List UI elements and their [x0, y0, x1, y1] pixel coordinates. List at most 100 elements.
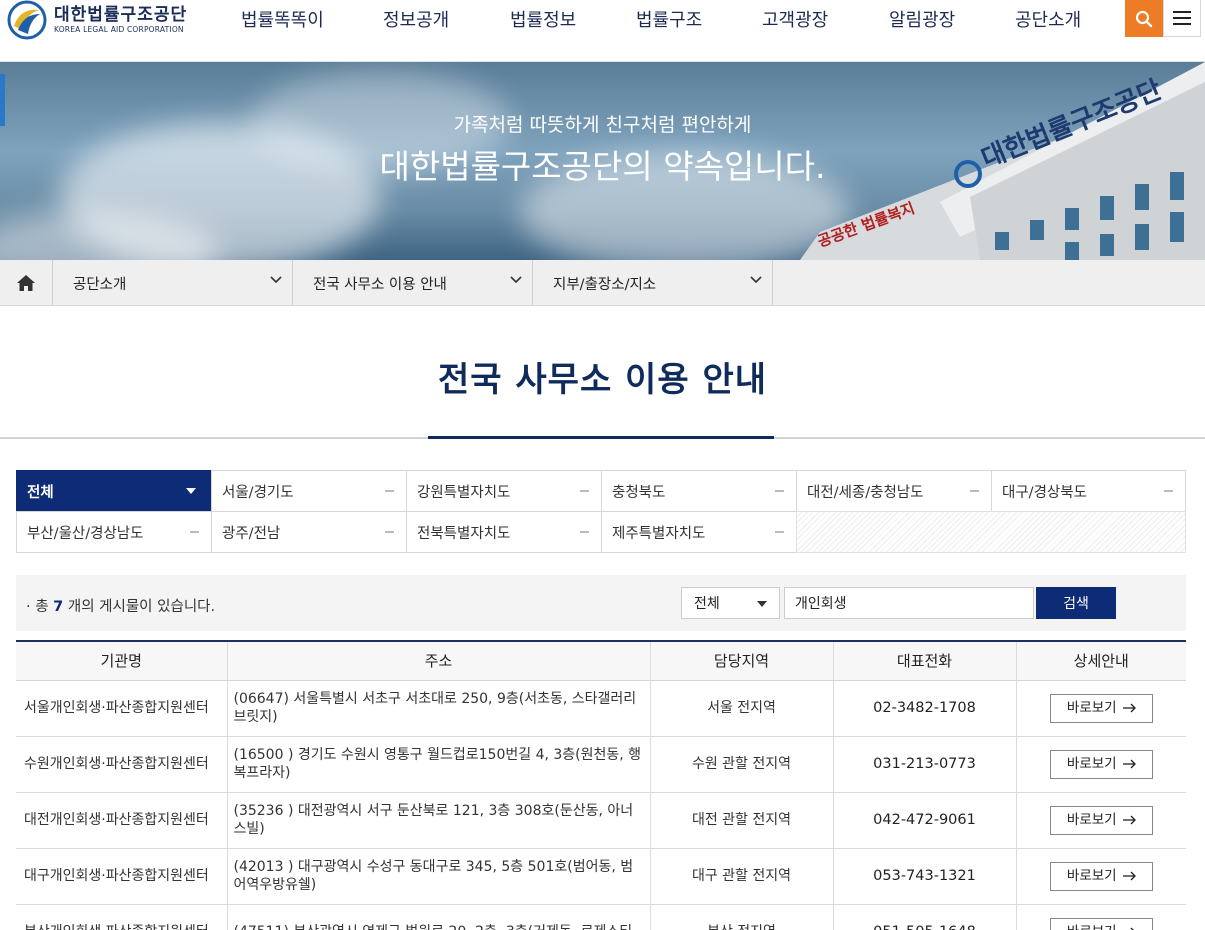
- location-breadcrumb: 공단소개 전국 사무소 이용 안내 지부/출장소/지소: [0, 260, 1205, 306]
- table-row: 대전개인회생·파산종합지원센터 (35236 ) 대전광역시 서구 둔산북로 1…: [16, 792, 1186, 849]
- view-detail-button[interactable]: 바로보기: [1049, 917, 1153, 930]
- view-detail-button[interactable]: 바로보기: [1049, 693, 1153, 723]
- caret-down-icon: [186, 488, 196, 494]
- breadcrumb-dropdown-branches[interactable]: 지부/출장소/지소: [533, 260, 773, 306]
- minus-icon: [385, 531, 394, 533]
- breadcrumb-label: 전국 사무소 이용 안내: [313, 276, 447, 293]
- banner-slogan-line2: 대한법률구조공단의 약속입니다.: [379, 147, 826, 186]
- header-search-button[interactable]: [1125, 0, 1163, 37]
- region-tab-seoul-gyeonggi[interactable]: 서울/경기도: [211, 470, 407, 512]
- region-tab-label: 대구/경상북도: [1002, 484, 1087, 501]
- office-area: 대전 관할 전지역: [650, 792, 834, 849]
- count-suffix: 개의 게시물이 있습니다.: [67, 599, 216, 615]
- site-header: 대한법률구조공단 KOREA LEGAL AID CORPORATION 법률똑…: [0, 0, 1205, 62]
- office-name: 부산개인회생·파산종합지원센터: [16, 904, 228, 930]
- region-tab-jeju[interactable]: 제주특별자치도: [601, 511, 797, 553]
- region-tab-label: 서울/경기도: [222, 484, 294, 501]
- office-area: 대구 관할 전지역: [650, 848, 834, 905]
- nav-item-information-disclosure[interactable]: 정보공개: [383, 6, 449, 32]
- hero-banner: 대한법률구조공단 공공한 법률복지 가족처럼 따뜻하게 친구처럼 편안하게 대한…: [0, 62, 1205, 260]
- region-tab-daegu-gyeongbuk[interactable]: 대구/경상북도: [991, 470, 1186, 512]
- column-header-detail: 상세안내: [1016, 641, 1186, 681]
- office-phone: 02-3482-1708: [833, 680, 1017, 737]
- minus-icon: [775, 531, 784, 533]
- hamburger-menu-icon: [1173, 11, 1191, 25]
- breadcrumb-label: 공단소개: [73, 276, 127, 293]
- region-tab-label: 강원특별자치도: [417, 484, 511, 501]
- region-tab-gwangju-jeonnam[interactable]: 광주/전남: [211, 511, 407, 553]
- minus-icon: [580, 531, 589, 533]
- nav-item-legal-smart[interactable]: 법률똑똑이: [241, 6, 324, 32]
- search-field-select[interactable]: 전체: [681, 587, 780, 619]
- office-address: (06647) 서울특별시 서초구 서초대로 250, 9층(서초동, 스타갤러…: [227, 680, 651, 737]
- view-detail-button[interactable]: 바로보기: [1049, 749, 1153, 779]
- region-tabs: 전체 서울/경기도 강원특별자치도 충청북도 대전/세종/충청남도 대구/경상북…: [16, 470, 1186, 553]
- chevron-down-icon: [750, 276, 762, 284]
- search-keyword-input[interactable]: [784, 587, 1034, 619]
- page-title: 전국 사무소 이용 안내: [437, 360, 768, 400]
- chevron-down-icon: [510, 276, 522, 284]
- region-tab-daejeon-sejong-chungnam[interactable]: 대전/세종/충청남도: [796, 470, 992, 512]
- region-tab-label: 대전/세종/충청남도: [807, 484, 924, 501]
- home-icon: [17, 275, 35, 291]
- nav-item-legal-aid[interactable]: 법률구조: [636, 6, 702, 32]
- table-header-row: 기관명 주소 담당지역 대표전화 상세안내: [16, 641, 1186, 681]
- column-header-address: 주소: [227, 641, 651, 681]
- title-accent-bar: [428, 436, 774, 439]
- logo-korean-text: 대한법률구조공단: [54, 5, 188, 25]
- region-tab-chungbuk[interactable]: 충청북도: [601, 470, 797, 512]
- region-tab-label: 광주/전남: [222, 525, 281, 542]
- region-tab-jeonbuk[interactable]: 전북특별자치도: [406, 511, 602, 553]
- office-phone: 051-505-1648: [833, 904, 1017, 930]
- view-detail-label: 바로보기: [1066, 868, 1117, 884]
- region-tabs-empty-fill: [796, 511, 1186, 553]
- table-row: 대구개인회생·파산종합지원센터 (42013 ) 대구광역시 수성구 동대구로 …: [16, 848, 1186, 905]
- nav-item-about[interactable]: 공단소개: [1015, 6, 1081, 32]
- office-phone: 042-472-9061: [833, 792, 1017, 849]
- nav-item-customer-plaza[interactable]: 고객광장: [762, 6, 828, 32]
- view-detail-button[interactable]: 바로보기: [1049, 805, 1153, 835]
- logo-english-text: KOREA LEGAL AID CORPORATION: [54, 25, 184, 34]
- office-table: 기관명 주소 담당지역 대표전화 상세안내 서울개인회생·파산종합지원센터 (0…: [16, 640, 1186, 930]
- board-search-bar: · 총 7 개의 게시물이 있습니다. 전체 검색: [16, 575, 1186, 631]
- caret-down-icon: [757, 601, 767, 607]
- minus-icon: [385, 490, 394, 492]
- office-area: 부산 전지역: [650, 904, 834, 930]
- view-detail-button[interactable]: 바로보기: [1049, 861, 1153, 891]
- search-icon: [1135, 10, 1153, 27]
- arrow-right-icon: [1122, 703, 1136, 713]
- nav-item-legal-info[interactable]: 법률정보: [510, 6, 576, 32]
- minus-icon: [970, 490, 979, 492]
- office-address: (42013 ) 대구광역시 수성구 동대구로 345, 5층 501호(범어동…: [227, 848, 651, 905]
- view-detail-label: 바로보기: [1066, 812, 1117, 828]
- site-logo[interactable]: 대한법률구조공단 KOREA LEGAL AID CORPORATION: [6, 0, 187, 40]
- arrow-right-icon: [1122, 815, 1136, 825]
- region-tab-all[interactable]: 전체: [16, 470, 212, 512]
- view-detail-label: 바로보기: [1067, 923, 1117, 930]
- breadcrumb-dropdown-office-guide[interactable]: 전국 사무소 이용 안내: [293, 260, 533, 306]
- logo-emblem-icon: [7, 0, 47, 40]
- column-header-phone: 대표전화: [833, 641, 1017, 681]
- home-button[interactable]: [0, 260, 53, 306]
- office-name: 대구개인회생·파산종합지원센터: [16, 848, 228, 905]
- arrow-right-icon: [1122, 759, 1136, 769]
- minus-icon: [1164, 490, 1173, 492]
- breadcrumb-dropdown-about[interactable]: 공단소개: [53, 260, 293, 306]
- post-count: 7: [53, 599, 64, 615]
- banner-slogan-line1: 가족처럼 따뜻하게 친구처럼 편안하게: [453, 114, 752, 136]
- office-name: 서울개인회생·파산종합지원센터: [16, 680, 228, 737]
- hamburger-menu-button[interactable]: [1163, 0, 1201, 37]
- region-tab-label: 충청북도: [612, 484, 666, 501]
- office-area: 수원 관할 전지역: [650, 736, 834, 793]
- region-tab-label: 부산/울산/경상남도: [27, 525, 144, 542]
- minus-icon: [580, 490, 589, 492]
- column-header-area: 담당지역: [650, 641, 834, 681]
- region-tab-gangwon[interactable]: 강원특별자치도: [406, 470, 602, 512]
- office-address: (16500 ) 경기도 수원시 영통구 월드컵로150번길 4, 3층(원천동…: [227, 736, 651, 793]
- office-area: 서울 전지역: [650, 680, 834, 737]
- region-tab-busan-ulsan-gyeongnam[interactable]: 부산/울산/경상남도: [16, 511, 212, 553]
- nav-item-notice-plaza[interactable]: 알림광장: [889, 6, 955, 32]
- region-tab-label: 전체: [27, 484, 54, 501]
- search-submit-button[interactable]: 검색: [1036, 587, 1116, 619]
- region-tab-label: 제주특별자치도: [612, 525, 706, 542]
